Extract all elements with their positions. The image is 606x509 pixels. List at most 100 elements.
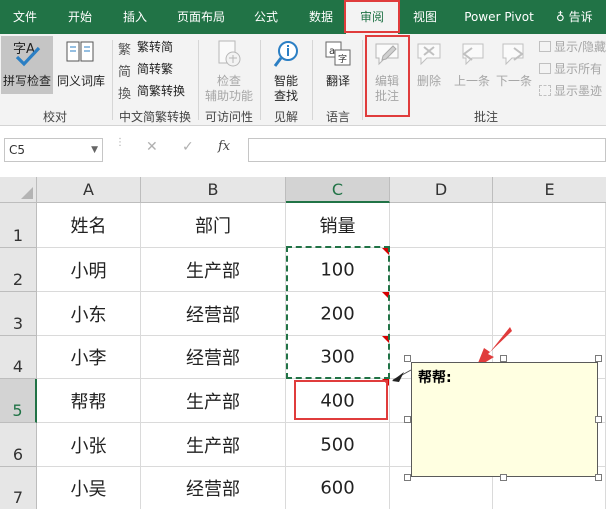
- show-all-comments-button[interactable]: 显示所有: [539, 60, 602, 78]
- cell-b3[interactable]: 经营部: [141, 292, 286, 336]
- copy-selection-border: [286, 246, 390, 379]
- to-simplified-button[interactable]: 简简转繁: [118, 60, 173, 80]
- show-ink-button[interactable]: 显示墨迹: [539, 82, 602, 100]
- cell-c6[interactable]: 500: [286, 423, 390, 467]
- cell-c1[interactable]: 销量: [286, 203, 390, 248]
- cell-c7[interactable]: 600: [286, 467, 390, 509]
- column-header-e[interactable]: E: [493, 177, 606, 203]
- tab-home[interactable]: 开始: [55, 0, 105, 34]
- cell-d1[interactable]: [390, 203, 493, 248]
- row-header-2[interactable]: 2: [0, 248, 37, 292]
- cell-b1[interactable]: 部门: [141, 203, 286, 248]
- convert-traditional-icon: 繁: [118, 43, 132, 58]
- cell-b5[interactable]: 生产部: [141, 379, 286, 423]
- grip-icon[interactable]: ⋮: [115, 138, 125, 160]
- resize-handle[interactable]: [595, 416, 602, 423]
- chevron-down-icon[interactable]: ▼: [91, 139, 98, 161]
- name-box-value: C5: [9, 143, 26, 157]
- comments-group-label: 批注: [473, 110, 498, 124]
- name-box[interactable]: C5 ▼: [4, 138, 103, 162]
- cell-a1[interactable]: 姓名: [37, 203, 141, 248]
- resize-handle[interactable]: [595, 355, 602, 362]
- smart-lookup-button[interactable]: 智能 查找: [264, 36, 308, 103]
- tab-data[interactable]: 数据: [298, 0, 344, 34]
- previous-comment-label: 上一条: [453, 74, 490, 88]
- row-header-1[interactable]: 1: [0, 203, 37, 248]
- cell-e2[interactable]: [493, 248, 606, 292]
- show-all-comments-icon: [539, 63, 551, 74]
- cell-b4[interactable]: 经营部: [141, 336, 286, 379]
- comment-indicator: [382, 379, 389, 386]
- cell-b2[interactable]: 生产部: [141, 248, 286, 292]
- tab-power-pivot[interactable]: Power Pivot: [456, 0, 542, 34]
- to-traditional-button[interactable]: 繁繁转简: [118, 38, 173, 58]
- tab-tell-me[interactable]: ♁ 告诉: [556, 0, 606, 34]
- row-header-7[interactable]: 7: [0, 467, 37, 509]
- convert-icon: 換: [118, 87, 132, 102]
- group-divider: [362, 40, 363, 120]
- translate-button[interactable]: a字 翻译: [316, 36, 360, 102]
- cell-a3[interactable]: 小东: [37, 292, 141, 336]
- tab-insert[interactable]: 插入: [110, 0, 160, 34]
- lightbulb-icon: ♁: [556, 10, 565, 24]
- cell-a4[interactable]: 小李: [37, 336, 141, 379]
- select-all-button[interactable]: [0, 177, 37, 203]
- edit-comment-button[interactable]: 编辑 批注: [366, 36, 408, 103]
- convert-button[interactable]: 換简繁转换: [118, 82, 185, 102]
- cell-b7[interactable]: 经营部: [141, 467, 286, 509]
- cell-e1[interactable]: [493, 203, 606, 248]
- previous-comment-icon: [458, 40, 486, 68]
- edit-comment-line2: 批注: [374, 89, 399, 103]
- svg-text:字: 字: [338, 53, 347, 65]
- next-comment-icon: [500, 40, 528, 68]
- next-comment-button[interactable]: 下一条: [493, 36, 535, 102]
- row-header-3[interactable]: 3: [0, 292, 37, 336]
- spell-check-button[interactable]: 字A 拼写检查: [1, 36, 53, 94]
- row-header-6[interactable]: 6: [0, 423, 37, 467]
- tab-formulas[interactable]: 公式: [243, 0, 289, 34]
- formula-bar: C5 ▼ ⋮ ✕ ✓ fx: [0, 126, 606, 174]
- accessibility-icon: [216, 40, 242, 68]
- cancel-icon[interactable]: ✕: [146, 139, 158, 155]
- resize-handle[interactable]: [404, 355, 411, 362]
- resize-handle[interactable]: [404, 474, 411, 481]
- cell-a6[interactable]: 小张: [37, 423, 141, 467]
- resize-handle[interactable]: [404, 416, 411, 423]
- delete-comment-button[interactable]: 删除: [411, 36, 447, 102]
- cell-c5[interactable]: 400: [286, 379, 390, 423]
- show-hide-comment-button[interactable]: 显示/隐藏: [539, 38, 606, 56]
- column-header-d[interactable]: D: [390, 177, 493, 203]
- resize-handle[interactable]: [500, 474, 507, 481]
- smart-lookup-line2: 查找: [273, 89, 298, 103]
- cell-d3[interactable]: [390, 292, 493, 336]
- cell-d2[interactable]: [390, 248, 493, 292]
- book-icon: [66, 40, 94, 64]
- tab-view[interactable]: 视图: [402, 0, 448, 34]
- cell-a2[interactable]: 小明: [37, 248, 141, 292]
- cell-e3[interactable]: [493, 292, 606, 336]
- cell-a7[interactable]: 小吴: [37, 467, 141, 509]
- comment-box[interactable]: 帮帮:: [411, 362, 598, 477]
- row-header-4[interactable]: 4: [0, 336, 37, 379]
- tab-page-layout[interactable]: 页面布局: [168, 0, 234, 34]
- cell-a5[interactable]: 帮帮: [37, 379, 141, 423]
- previous-comment-button[interactable]: 上一条: [451, 36, 493, 102]
- insert-function-icon[interactable]: fx: [218, 139, 230, 154]
- resize-handle[interactable]: [595, 474, 602, 481]
- thesaurus-button[interactable]: 同义词库: [54, 36, 108, 94]
- chinese-group-label: 中文简繁转换: [118, 110, 191, 124]
- row-header-5[interactable]: 5: [0, 379, 37, 423]
- tab-review[interactable]: 审阅: [346, 1, 398, 34]
- cell-b6[interactable]: 生产部: [141, 423, 286, 467]
- next-comment-label: 下一条: [495, 74, 532, 88]
- enter-icon[interactable]: ✓: [182, 139, 194, 155]
- column-header-b[interactable]: B: [141, 177, 286, 203]
- formula-input[interactable]: [248, 138, 606, 162]
- resize-handle[interactable]: [500, 355, 507, 362]
- smart-lookup-line1: 智能: [273, 74, 298, 88]
- column-header-a[interactable]: A: [37, 177, 141, 203]
- column-header-c[interactable]: C: [286, 177, 390, 203]
- group-divider: [112, 40, 113, 120]
- tab-file[interactable]: 文件: [0, 0, 50, 34]
- check-accessibility-button[interactable]: 检查 辅助功能: [202, 36, 256, 103]
